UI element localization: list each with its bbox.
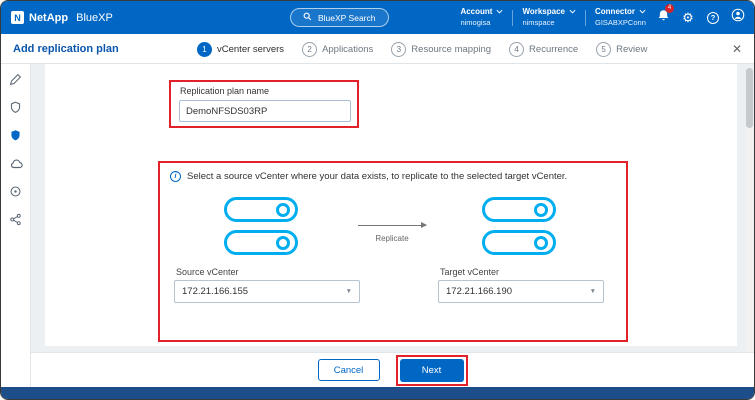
target-icon (9, 185, 22, 203)
divider (512, 10, 513, 26)
step-label: vCenter servers (217, 44, 284, 55)
server-icon (224, 197, 298, 222)
replication-plan-name-input[interactable] (179, 100, 351, 122)
search-icon (303, 12, 312, 23)
account-menu[interactable]: Account nimogisa (460, 7, 503, 27)
source-vcenter-icon (224, 197, 298, 255)
target-vcenter-icon (482, 197, 556, 255)
share-nodes-icon (9, 213, 22, 231)
shield-icon (9, 101, 22, 119)
vertical-scrollbar[interactable] (746, 66, 753, 385)
workspace-label: Workspace (522, 7, 565, 17)
sidebar-item-mobility[interactable] (8, 158, 24, 174)
step-resource-mapping[interactable]: 3 Resource mapping (391, 42, 491, 57)
gear-icon: ⚙ (682, 11, 694, 24)
vcenter-section-annotation-box: i Select a source vCenter where your dat… (158, 161, 628, 342)
next-button[interactable]: Next (400, 359, 464, 382)
step-recurrence[interactable]: 4 Recurrence (509, 42, 578, 57)
step-number: 1 (197, 42, 212, 57)
sidebar-item-protection-active[interactable] (8, 130, 24, 146)
notifications-button[interactable]: 4 (655, 9, 671, 27)
search-label: BlueXP Search (318, 13, 376, 23)
replication-plan-name-label: Replication plan name (180, 86, 269, 96)
source-vcenter-value: 172.21.166.155 (182, 286, 248, 297)
netapp-logo: N NetApp BlueXP (11, 1, 113, 34)
scrollbar-thumb[interactable] (746, 68, 753, 128)
step-number: 3 (391, 42, 406, 57)
cancel-button[interactable]: Cancel (318, 359, 380, 381)
netapp-logo-icon: N (11, 11, 24, 24)
page-title: Add replication plan (13, 34, 119, 64)
bluexp-app: N NetApp BlueXP BlueXP Search Account ni… (0, 0, 755, 400)
connector-menu[interactable]: Connector GISABXPConn (595, 7, 646, 27)
target-vcenter-label: Target vCenter (440, 267, 499, 277)
top-header: N NetApp BlueXP BlueXP Search Account ni… (1, 1, 754, 34)
main-content: Replication plan name i Select a source … (31, 64, 754, 387)
chevron-down-icon: ▼ (590, 288, 596, 295)
replicate-label: Replicate (358, 234, 426, 243)
connector-value: GISABXPConn (595, 18, 646, 28)
step-number: 5 (596, 42, 611, 57)
account-label: Account (460, 7, 492, 17)
user-menu-button[interactable] (730, 8, 746, 27)
cloud-icon (9, 157, 23, 176)
divider (585, 10, 586, 26)
server-icon (224, 230, 298, 255)
workspace-value: nimspace (522, 18, 576, 28)
sidebar-item-edit[interactable] (8, 74, 24, 90)
arrow-icon (358, 225, 426, 226)
wizard-header: Add replication plan 1 vCenter servers 2… (1, 34, 754, 64)
step-label: Applications (322, 44, 373, 55)
sidebar-item-extensions[interactable] (8, 214, 24, 230)
notification-badge: 4 (665, 4, 674, 13)
step-review[interactable]: 5 Review (596, 42, 647, 57)
info-text: Select a source vCenter where your data … (187, 171, 567, 182)
server-icon (482, 230, 556, 255)
step-number: 4 (509, 42, 524, 57)
info-row: i Select a source vCenter where your dat… (170, 171, 567, 182)
step-label: Recurrence (529, 44, 578, 55)
sidebar-item-governance[interactable] (8, 186, 24, 202)
bottom-bar (1, 387, 754, 399)
chevron-down-icon (496, 7, 503, 17)
account-value: nimogisa (460, 18, 503, 28)
help-icon: ? (707, 12, 719, 24)
pencil-icon (9, 73, 22, 91)
wizard-action-bar: Cancel Next (31, 352, 754, 387)
wizard-card: Replication plan name i Select a source … (45, 64, 737, 346)
source-vcenter-label: Source vCenter (176, 267, 239, 277)
step-applications[interactable]: 2 Applications (302, 42, 373, 57)
workspace-menu[interactable]: Workspace nimspace (522, 7, 576, 27)
replicate-arrow: Replicate (358, 225, 426, 243)
close-icon[interactable]: ✕ (732, 34, 742, 64)
target-vcenter-dropdown[interactable]: 172.21.166.190 ▼ (438, 280, 604, 303)
chevron-down-icon (639, 7, 646, 17)
sidebar-item-health[interactable] (8, 102, 24, 118)
header-right-group: Account nimogisa Workspace nimspace Conn… (460, 1, 746, 34)
protection-shield-icon (9, 129, 22, 147)
target-vcenter-value: 172.21.166.190 (446, 286, 512, 297)
info-icon: i (170, 171, 181, 182)
left-nav-sidebar (1, 64, 31, 387)
server-icon (482, 197, 556, 222)
chevron-down-icon (569, 7, 576, 17)
name-field-annotation-box: Replication plan name (169, 80, 359, 128)
bluexp-search-button[interactable]: BlueXP Search (290, 8, 389, 27)
next-button-annotation-box: Next (396, 355, 468, 386)
wizard-stepper: 1 vCenter servers 2 Applications 3 Resou… (197, 34, 647, 64)
connector-label: Connector (595, 7, 635, 17)
help-button[interactable]: ? (705, 12, 721, 24)
user-icon (731, 8, 745, 27)
chevron-down-icon: ▼ (346, 288, 352, 295)
step-vcenter-servers[interactable]: 1 vCenter servers (197, 42, 284, 57)
step-label: Review (616, 44, 647, 55)
brand-name: NetApp (29, 12, 68, 24)
step-number: 2 (302, 42, 317, 57)
settings-button[interactable]: ⚙ (680, 11, 696, 24)
product-name: BlueXP (76, 12, 113, 24)
step-label: Resource mapping (411, 44, 491, 55)
source-vcenter-dropdown[interactable]: 172.21.166.155 ▼ (174, 280, 360, 303)
